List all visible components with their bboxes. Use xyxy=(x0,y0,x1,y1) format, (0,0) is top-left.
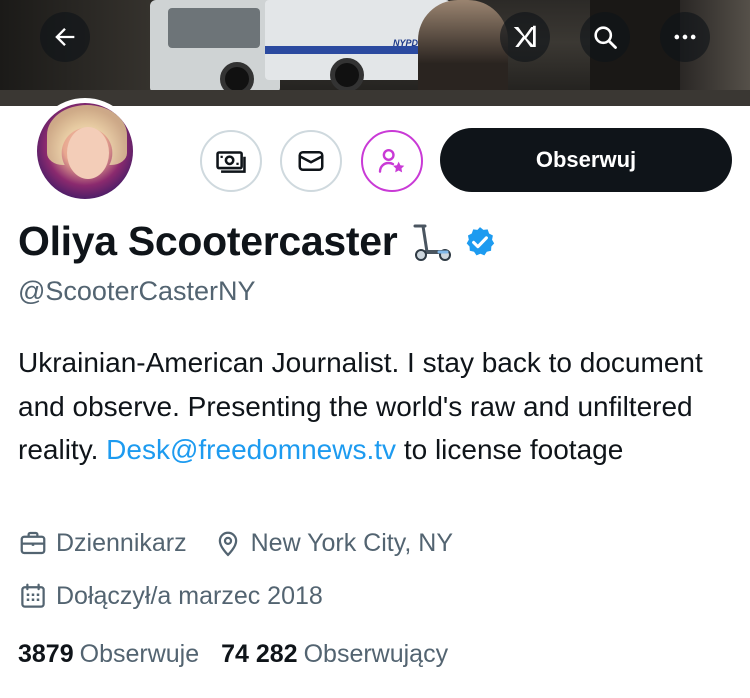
scooter-icon xyxy=(409,222,453,262)
followers-label: Obserwujący xyxy=(303,640,449,668)
search-icon xyxy=(594,26,617,49)
profile-joined-row: Dołączył/a marzec 2018 xyxy=(18,581,349,611)
verified-badge-icon[interactable] xyxy=(463,225,497,259)
banner-van-text: NYPD xyxy=(393,38,419,48)
search-button[interactable] xyxy=(580,12,630,62)
follow-notifications-button[interactable] xyxy=(361,130,423,192)
location-pin-icon xyxy=(218,531,237,557)
location-item: New York City, NY xyxy=(213,528,453,558)
followers-link[interactable]: 74 282 Obserwujący xyxy=(221,640,448,669)
grok-button[interactable] xyxy=(500,12,550,62)
grok-logo-icon xyxy=(513,25,536,47)
message-button[interactable] xyxy=(280,130,342,192)
calendar-icon xyxy=(21,583,45,608)
banner-road xyxy=(0,90,750,106)
profile-handle: @ScooterCasterNY xyxy=(18,276,256,306)
location-label: New York City, NY xyxy=(250,528,453,557)
following-label: Obserwuje xyxy=(79,640,200,668)
money-icon xyxy=(216,151,246,173)
following-link[interactable]: 3879 Obserwuje xyxy=(18,640,199,669)
profession-item: Dziennikarz xyxy=(18,528,187,558)
person-star-icon xyxy=(378,149,405,173)
bio-text-after-link: to license footage xyxy=(403,434,624,465)
briefcase-icon xyxy=(20,531,46,555)
arrow-left-icon xyxy=(55,28,75,46)
avatar-face xyxy=(67,127,109,179)
joined-label: Dołączył/a marzec 2018 xyxy=(56,581,323,610)
profession-label: Dziennikarz xyxy=(56,528,187,557)
banner-wheel xyxy=(330,58,364,92)
envelope-icon xyxy=(298,151,324,171)
followers-count: 74 282 xyxy=(221,640,298,668)
profile-name-row: Oliya Scootercaster xyxy=(18,218,497,265)
joined-item: Dołączył/a marzec 2018 xyxy=(18,581,323,611)
back-button[interactable] xyxy=(40,12,90,62)
more-horizontal-icon xyxy=(674,34,696,40)
follow-button[interactable]: Obserwuj xyxy=(440,128,732,192)
more-button[interactable] xyxy=(660,12,710,62)
profile-banner[interactable]: NYPD xyxy=(0,0,750,106)
profile-meta-row: Dziennikarz New York City, NY xyxy=(18,528,479,558)
subscribe-button[interactable] xyxy=(200,130,262,192)
banner-van xyxy=(150,0,280,92)
follow-stats: 3879 Obserwuje 74 282 Obserwujący xyxy=(18,640,470,669)
bio-email-link[interactable]: Desk@freedomnews.tv xyxy=(106,434,396,465)
following-count: 3879 xyxy=(18,640,74,668)
profile-name: Oliya Scootercaster xyxy=(18,218,398,264)
avatar[interactable] xyxy=(32,98,138,204)
profile-bio: Ukrainian-American Journalist. I stay ba… xyxy=(18,341,738,472)
